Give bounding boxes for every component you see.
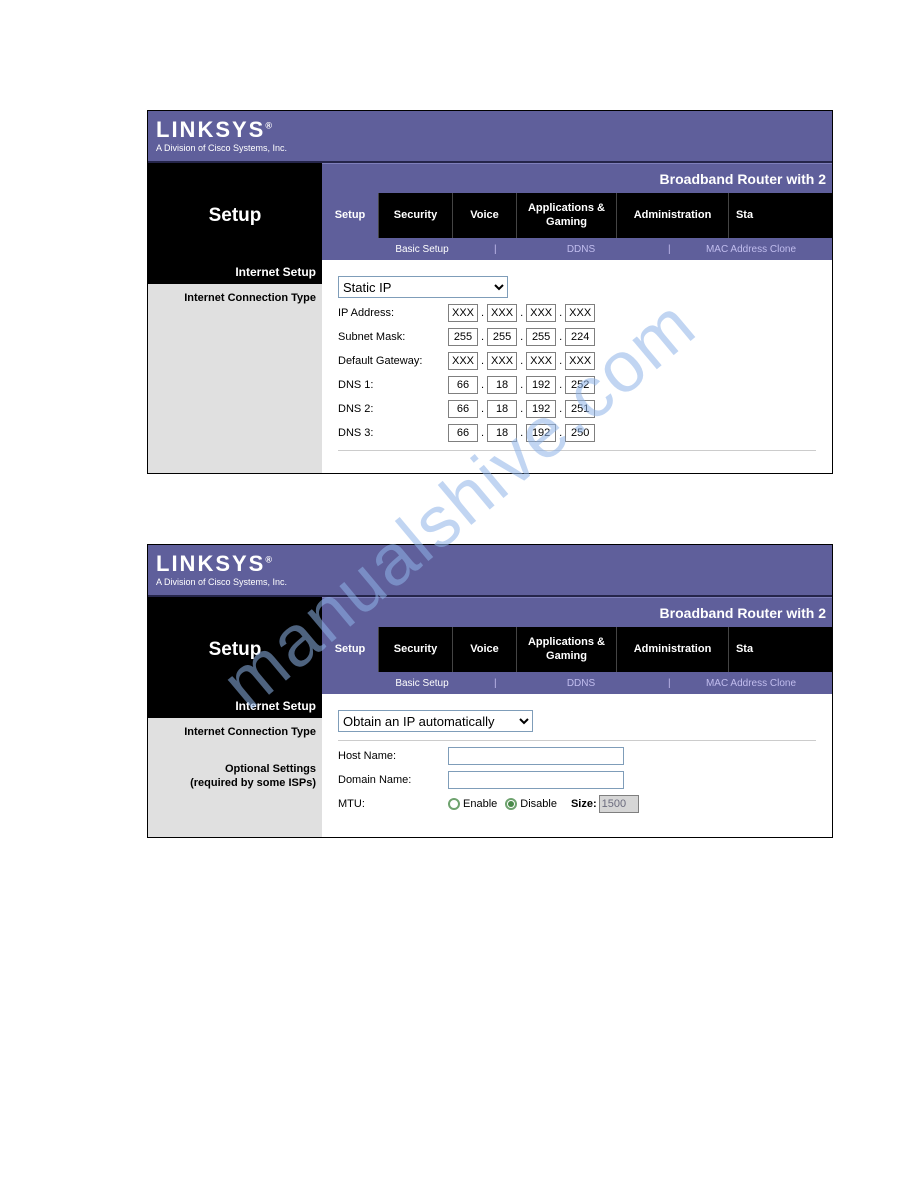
ip-address-octet-4[interactable] (565, 304, 595, 322)
tab-status-truncated[interactable]: Sta (728, 627, 760, 672)
internet-connection-type-select[interactable]: Obtain an IP automatically (338, 710, 533, 732)
dns1-octet-2[interactable] (487, 376, 517, 394)
divider-line (338, 740, 816, 741)
internet-connection-type-select[interactable]: Static IP (338, 276, 508, 298)
label-subnet-mask: Subnet Mask: (338, 331, 448, 343)
subnav-basic-setup[interactable]: Basic Setup (352, 244, 492, 255)
page-title: Setup (148, 193, 322, 238)
tab-security[interactable]: Security (378, 193, 452, 238)
router-panel-dhcp: LINKSYS® A Division of Cisco Systems, In… (147, 544, 833, 838)
label-dns3: DNS 3: (338, 427, 448, 439)
side-column: Internet Setup Internet Connection Type (148, 260, 322, 473)
brand-logo: LINKSYS® A Division of Cisco Systems, In… (156, 553, 287, 587)
subnav-ddns[interactable]: DDNS (496, 244, 666, 255)
main-tabs: Setup Security Voice Applications & Gami… (322, 627, 832, 672)
header-bar: LINKSYS® A Division of Cisco Systems, In… (148, 111, 832, 163)
gateway-octet-3[interactable] (526, 352, 556, 370)
page-title: Setup (148, 627, 322, 672)
mtu-size-input[interactable] (599, 795, 639, 813)
header-bar: LINKSYS® A Division of Cisco Systems, In… (148, 545, 832, 597)
tab-status-truncated[interactable]: Sta (728, 193, 760, 238)
mtu-size-label: Size: (571, 798, 597, 810)
subnav-mac-clone[interactable]: MAC Address Clone (670, 678, 832, 689)
ip-address-octet-3[interactable] (526, 304, 556, 322)
dns1-octet-4[interactable] (565, 376, 595, 394)
label-optional-settings: Optional Settings (148, 762, 322, 776)
side-column: Internet Setup Internet Connection Type … (148, 694, 322, 837)
label-host-name: Host Name: (338, 750, 448, 762)
tab-applications-gaming[interactable]: Applications & Gaming (516, 627, 616, 672)
label-ip-address: IP Address: (338, 307, 448, 319)
subnet-mask-octet-4[interactable] (565, 328, 595, 346)
tab-security[interactable]: Security (378, 627, 452, 672)
dns2-octet-3[interactable] (526, 400, 556, 418)
brand-name: LINKSYS® (156, 553, 287, 575)
tab-setup[interactable]: Setup (322, 627, 378, 672)
host-name-input[interactable] (448, 747, 624, 765)
mtu-disable-radio[interactable]: Disable (505, 798, 557, 810)
dns2-octet-4[interactable] (565, 400, 595, 418)
main-column: Obtain an IP automatically Host Name: Do… (322, 694, 832, 837)
subnav-ddns[interactable]: DDNS (496, 678, 666, 689)
brand-logo: LINKSYS® A Division of Cisco Systems, In… (156, 119, 287, 153)
ip-address-octet-2[interactable] (487, 304, 517, 322)
model-spacer (148, 163, 322, 193)
brand-name: LINKSYS® (156, 119, 287, 141)
domain-name-input[interactable] (448, 771, 624, 789)
dns3-octet-2[interactable] (487, 424, 517, 442)
brand-subtitle: A Division of Cisco Systems, Inc. (156, 143, 287, 153)
gateway-octet-2[interactable] (487, 352, 517, 370)
divider-line (338, 450, 816, 451)
subnav: Basic Setup | DDNS | MAC Address Clone (322, 672, 832, 694)
dns2-octet-1[interactable] (448, 400, 478, 418)
label-connection-type: Internet Connection Type (148, 284, 322, 308)
dns3-octet-1[interactable] (448, 424, 478, 442)
dns3-octet-4[interactable] (565, 424, 595, 442)
tab-voice[interactable]: Voice (452, 627, 516, 672)
subnav-spacer (148, 238, 322, 260)
mtu-enable-label: Enable (463, 798, 497, 810)
tab-setup[interactable]: Setup (322, 193, 378, 238)
subnet-mask-octet-2[interactable] (487, 328, 517, 346)
section-header-internet-setup: Internet Setup (148, 260, 322, 284)
brand-subtitle: A Division of Cisco Systems, Inc. (156, 577, 287, 587)
subnet-mask-octet-3[interactable] (526, 328, 556, 346)
dns1-octet-1[interactable] (448, 376, 478, 394)
tab-voice[interactable]: Voice (452, 193, 516, 238)
tab-applications-gaming[interactable]: Applications & Gaming (516, 193, 616, 238)
model-spacer (148, 597, 322, 627)
subnet-mask-octet-1[interactable] (448, 328, 478, 346)
label-default-gateway: Default Gateway: (338, 355, 448, 367)
router-panel-static-ip: LINKSYS® A Division of Cisco Systems, In… (147, 110, 833, 474)
main-column: Static IP IP Address: . . . Subnet Mask: (322, 260, 832, 473)
tab-administration[interactable]: Administration (616, 627, 728, 672)
gateway-octet-1[interactable] (448, 352, 478, 370)
dns2-octet-2[interactable] (487, 400, 517, 418)
tab-administration[interactable]: Administration (616, 193, 728, 238)
gateway-octet-4[interactable] (565, 352, 595, 370)
label-domain-name: Domain Name: (338, 774, 448, 786)
mtu-disable-label: Disable (520, 798, 557, 810)
label-mtu: MTU: (338, 798, 448, 810)
section-header-internet-setup: Internet Setup (148, 694, 322, 718)
radio-icon (448, 798, 460, 810)
label-connection-type: Internet Connection Type (148, 718, 322, 742)
model-title: Broadband Router with 2 (322, 597, 832, 627)
ip-address-octet-1[interactable] (448, 304, 478, 322)
label-dns1: DNS 1: (338, 379, 448, 391)
label-dns2: DNS 2: (338, 403, 448, 415)
main-tabs: Setup Security Voice Applications & Gami… (322, 193, 832, 238)
subnav-spacer (148, 672, 322, 694)
dns1-octet-3[interactable] (526, 376, 556, 394)
mtu-enable-radio[interactable]: Enable (448, 798, 497, 810)
subnav-mac-clone[interactable]: MAC Address Clone (670, 244, 832, 255)
label-required-by-isps: (required by some ISPs) (148, 776, 322, 790)
subnav: Basic Setup | DDNS | MAC Address Clone (322, 238, 832, 260)
subnav-basic-setup[interactable]: Basic Setup (352, 678, 492, 689)
radio-icon (505, 798, 517, 810)
model-title: Broadband Router with 2 (322, 163, 832, 193)
dns3-octet-3[interactable] (526, 424, 556, 442)
